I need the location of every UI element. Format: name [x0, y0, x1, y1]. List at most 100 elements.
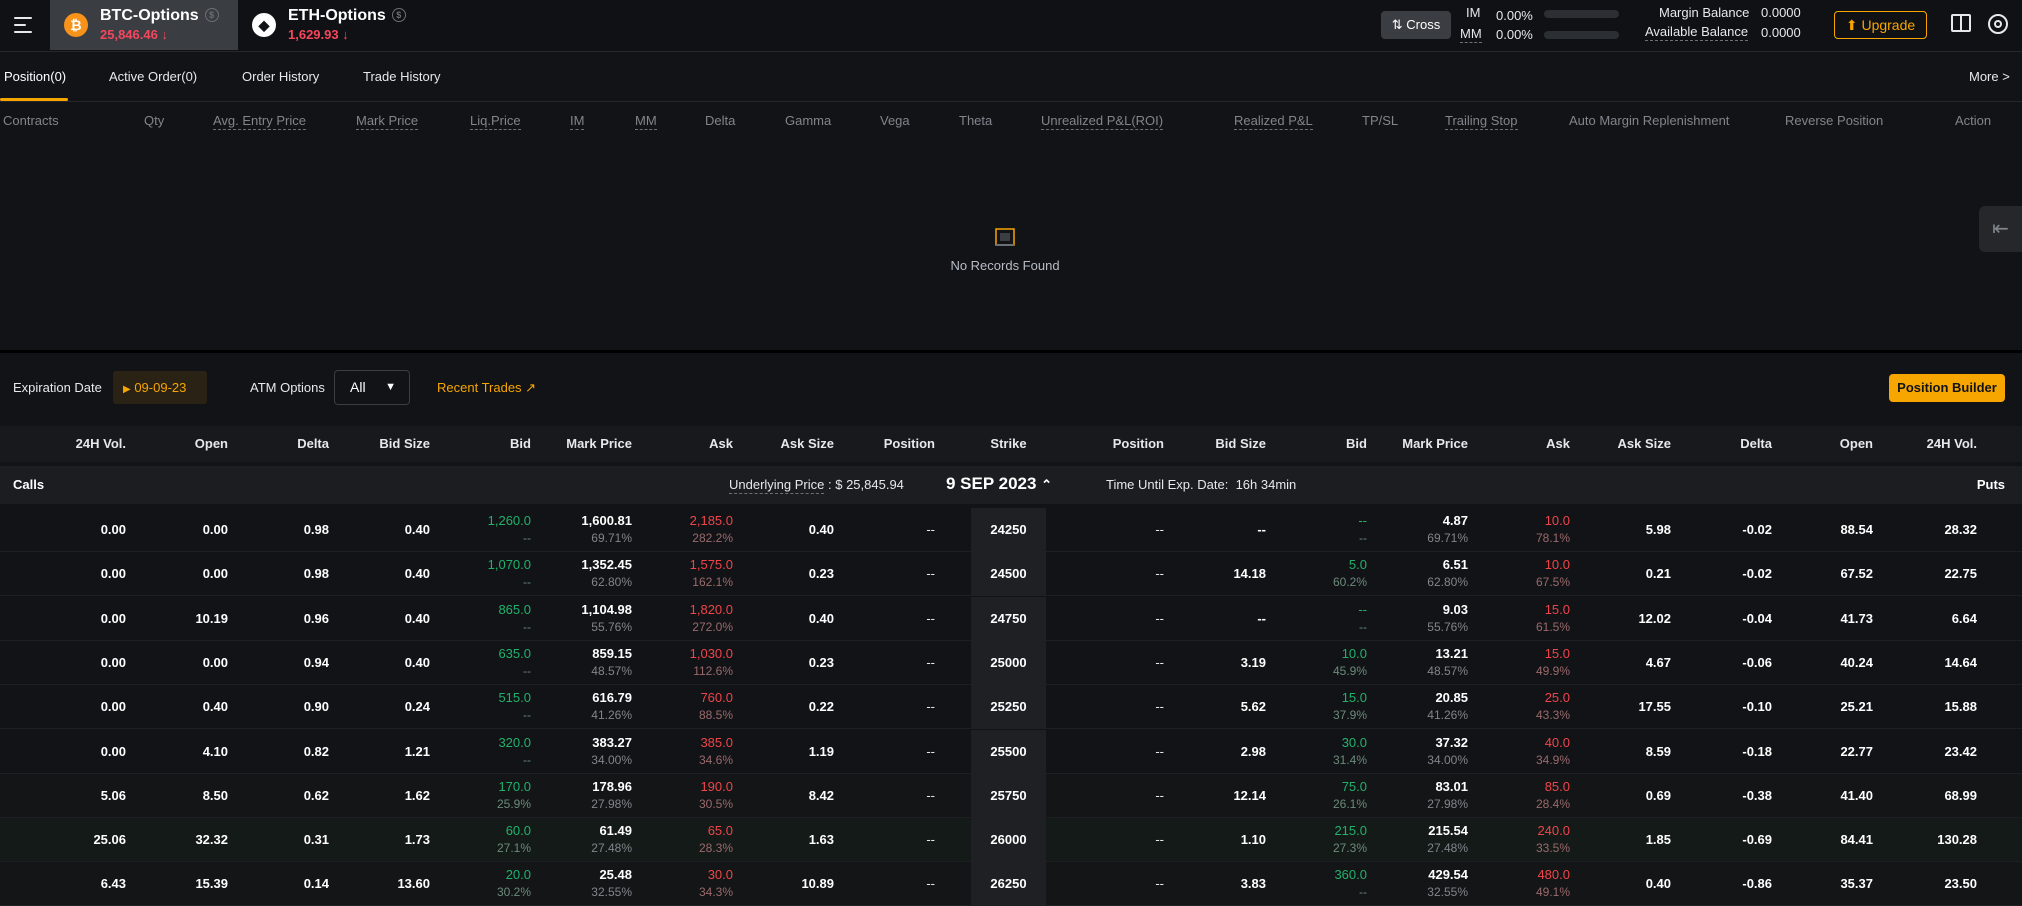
call-mark-cell[interactable]: 178.96	[592, 779, 632, 794]
put-mark-cell[interactable]: 215.54	[1428, 823, 1468, 838]
chain-row[interactable]: 26250 6.43 15.39 0.14 13.60 20.0 30.2% 25.48 32.…	[0, 862, 2022, 906]
chain-row[interactable]: 25250 0.00 0.40 0.90 0.24 515.0 -- 616.79 41.26%…	[0, 685, 2022, 730]
recent-trades-link[interactable]: Recent Trades ↗	[437, 380, 536, 396]
put-bid-cell[interactable]: 75.0	[1342, 779, 1367, 794]
call-bid-cell[interactable]: 635.0	[498, 646, 531, 661]
call-bid-iv-cell: 30.2%	[496, 885, 531, 900]
cross-margin-button[interactable]: ⇅ Cross	[1381, 11, 1451, 39]
call-ask-cell[interactable]: 1,575.0	[690, 557, 733, 572]
put-mark-cell[interactable]: 13.21	[1435, 646, 1468, 661]
put-delta-cell: -0.18	[1742, 743, 1772, 759]
call-bid-cell[interactable]: 170.0	[498, 779, 531, 794]
put-mark-cell[interactable]: 429.54	[1428, 867, 1468, 882]
info-icon[interactable]: $	[391, 8, 406, 22]
call-bid-cell[interactable]: 1,260.0	[488, 513, 531, 528]
put-mark-cell[interactable]: 20.85	[1435, 690, 1468, 705]
col-put-bid-size: Bid Size	[1215, 436, 1266, 451]
call-ask-cell[interactable]: 385.0	[700, 735, 733, 750]
book-icon[interactable]	[1951, 14, 1971, 32]
call-mark-cell[interactable]: 1,352.45	[581, 557, 632, 572]
call-ask-cell[interactable]: 1,820.0	[690, 602, 733, 617]
info-icon[interactable]: $	[204, 8, 219, 22]
chain-row[interactable]: 24250 0.00 0.00 0.98 0.40 1,260.0 -- 1,600.81 69…	[0, 508, 2022, 552]
call-bid-cell[interactable]: 20.0	[506, 867, 531, 882]
call-mark-cell[interactable]: 61.49	[599, 823, 632, 838]
put-mark-cell[interactable]: 83.01	[1435, 779, 1468, 794]
call-bid-cell[interactable]: 60.0	[506, 823, 531, 838]
put-ask-cell[interactable]: 15.0	[1545, 646, 1570, 661]
put-bid-cell[interactable]: --	[1358, 513, 1367, 528]
call-ask-iv-cell: 272.0%	[692, 619, 733, 634]
menu-icon[interactable]	[14, 14, 36, 36]
call-ask-cell[interactable]: 30.0	[708, 867, 733, 882]
tab-order-history[interactable]: Order History	[242, 69, 319, 84]
call-ask-cell[interactable]: 190.0	[700, 779, 733, 794]
asset-tab-btc[interactable]: ₿ BTC-Options $ 25,846.46 ↓	[50, 0, 238, 50]
call-bid-size-cell: 13.60	[397, 876, 430, 892]
call-mark-iv-cell: 62.80%	[591, 575, 632, 590]
put-mark-cell[interactable]: 9.03	[1443, 602, 1468, 617]
col-put-open: Open	[1839, 436, 1873, 451]
call-ask-cell[interactable]: 760.0	[700, 690, 733, 705]
position-builder-button[interactable]: Position Builder	[1889, 374, 2005, 402]
col-call-ask: Ask	[709, 436, 733, 451]
put-bid-cell[interactable]: 30.0	[1342, 735, 1367, 750]
put-position-cell: --	[1155, 832, 1164, 848]
atm-options-select[interactable]: All ▼	[334, 370, 410, 405]
upgrade-button[interactable]: ⬆ Upgrade	[1834, 11, 1927, 39]
put-bid-cell[interactable]: 15.0	[1342, 690, 1367, 705]
put-ask-cell[interactable]: 10.0	[1545, 557, 1570, 572]
put-bid-cell[interactable]: 10.0	[1342, 646, 1367, 661]
call-bid-cell[interactable]: 1,070.0	[488, 557, 531, 572]
asset-tab-eth[interactable]: ◆ ETH-Options $ 1,629.93 ↓	[238, 0, 418, 50]
call-ask-iv-cell: 112.6%	[693, 663, 733, 678]
call-mark-cell[interactable]: 1,104.98	[581, 602, 632, 617]
put-ask-cell[interactable]: 40.0	[1545, 735, 1570, 750]
call-mark-cell[interactable]: 25.48	[599, 867, 632, 882]
call-mark-cell[interactable]: 1,600.81	[581, 513, 632, 528]
call-mark-cell[interactable]: 616.79	[592, 690, 632, 705]
tab-active-order[interactable]: Active Order(0)	[109, 69, 197, 84]
call-ask-cell[interactable]: 1,030.0	[690, 646, 733, 661]
expiration-date-selector[interactable]: ▶ 09-09-23	[113, 371, 207, 404]
call-bid-cell[interactable]: 865.0	[498, 602, 531, 617]
put-bid-cell[interactable]: 215.0	[1334, 823, 1367, 838]
put-ask-cell[interactable]: 240.0	[1537, 823, 1570, 838]
tab-trade-history[interactable]: Trade History	[363, 69, 441, 84]
put-ask-iv-cell: 49.1%	[1535, 885, 1570, 900]
chain-row[interactable]: 25000 0.00 0.00 0.94 0.40 635.0 -- 859.15 48.57%…	[0, 640, 2022, 685]
chain-row[interactable]: 24750 0.00 10.19 0.96 0.40 865.0 -- 1,104.98 55.…	[0, 596, 2022, 641]
put-bid-cell[interactable]: --	[1358, 602, 1367, 617]
more-link[interactable]: More >	[1969, 69, 2010, 84]
call-mark-cell[interactable]: 859.15	[592, 646, 632, 661]
time-until-expiry-value: 16h 34min	[1235, 477, 1297, 492]
collapse-panel-icon[interactable]: ⇤	[1979, 206, 2022, 252]
chain-row[interactable]: 25750 5.06 8.50 0.62 1.62 170.0 25.9% 178.96 27.…	[0, 773, 2022, 818]
put-ask-cell[interactable]: 25.0	[1545, 690, 1570, 705]
tab-position[interactable]: Position(0)	[4, 69, 66, 84]
put-ask-cell[interactable]: 15.0	[1545, 602, 1570, 617]
put-mark-cell[interactable]: 4.87	[1443, 513, 1468, 528]
call-bid-cell[interactable]: 515.0	[498, 690, 531, 705]
put-ask-cell[interactable]: 480.0	[1537, 867, 1570, 882]
put-mark-cell[interactable]: 6.51	[1443, 557, 1468, 572]
mm-progress-bar	[1544, 31, 1619, 39]
call-bid-cell[interactable]: 320.0	[498, 735, 531, 750]
chain-row[interactable]: 25500 0.00 4.10 0.82 1.21 320.0 -- 383.27 34.00%…	[0, 729, 2022, 774]
put-bid-cell[interactable]: 360.0	[1334, 867, 1367, 882]
chain-row[interactable]: 26000 25.06 32.32 0.31 1.73 60.0 27.1% 61.49 27.…	[0, 818, 2022, 863]
call-position-cell: --	[926, 876, 935, 892]
put-ask-cell[interactable]: 10.0	[1545, 513, 1570, 528]
put-ask-cell[interactable]: 85.0	[1545, 779, 1570, 794]
call-ask-cell[interactable]: 65.0	[708, 823, 733, 838]
expiry-date-toggle[interactable]: 9 SEP 2023 ⌃	[946, 474, 1052, 494]
put-mark-cell[interactable]: 37.32	[1435, 735, 1468, 750]
chain-row[interactable]: 24500 0.00 0.00 0.98 0.40 1,070.0 -- 1,352.45 62…	[0, 552, 2022, 597]
put-bid-cell[interactable]: 5.0	[1349, 557, 1367, 572]
call-ask-cell[interactable]: 2,185.0	[690, 513, 733, 528]
settings-icon[interactable]	[1988, 14, 2008, 34]
col-unrealized-pnl: Unrealized P&L(ROI)	[1041, 113, 1164, 130]
call-open-cell: 15.39	[195, 876, 228, 892]
call-mark-cell[interactable]: 383.27	[592, 735, 632, 750]
available-balance-value: 0.0000	[1761, 25, 1801, 40]
